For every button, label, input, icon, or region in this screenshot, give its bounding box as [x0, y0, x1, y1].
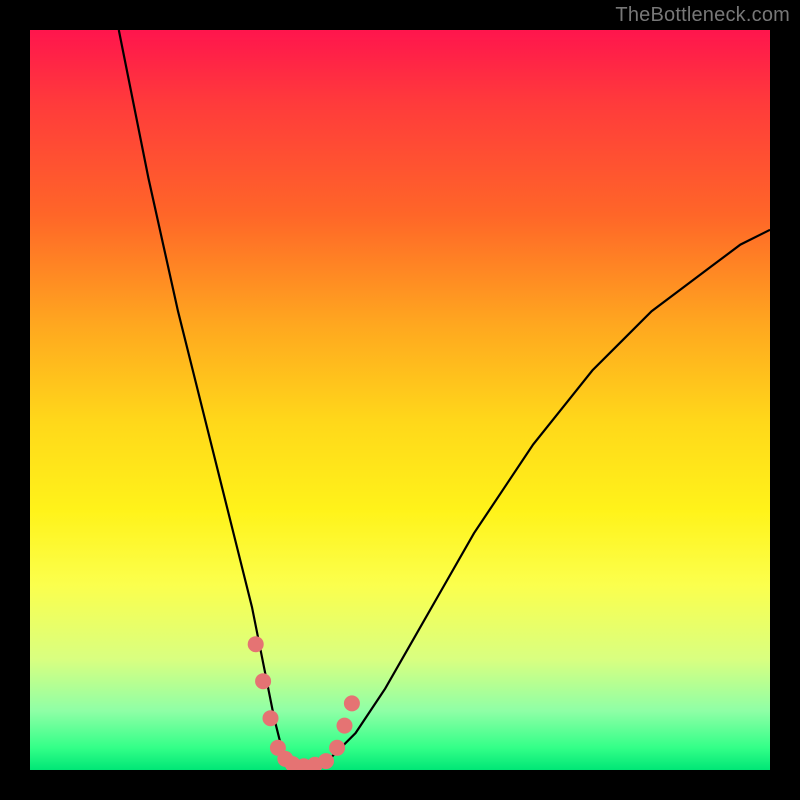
highlight-dot: [318, 753, 334, 769]
watermark-text: TheBottleneck.com: [615, 4, 790, 27]
chart-frame: TheBottleneck.com: [0, 0, 800, 800]
highlight-dot: [248, 636, 264, 652]
plot-area: [30, 30, 770, 770]
highlight-dot: [329, 740, 345, 756]
bottleneck-curve: [119, 30, 770, 770]
chart-svg: [30, 30, 770, 770]
highlight-dots: [248, 636, 360, 770]
highlight-dot: [337, 718, 353, 734]
highlight-dot: [255, 673, 271, 689]
highlight-dot: [344, 695, 360, 711]
highlight-dot: [263, 710, 279, 726]
